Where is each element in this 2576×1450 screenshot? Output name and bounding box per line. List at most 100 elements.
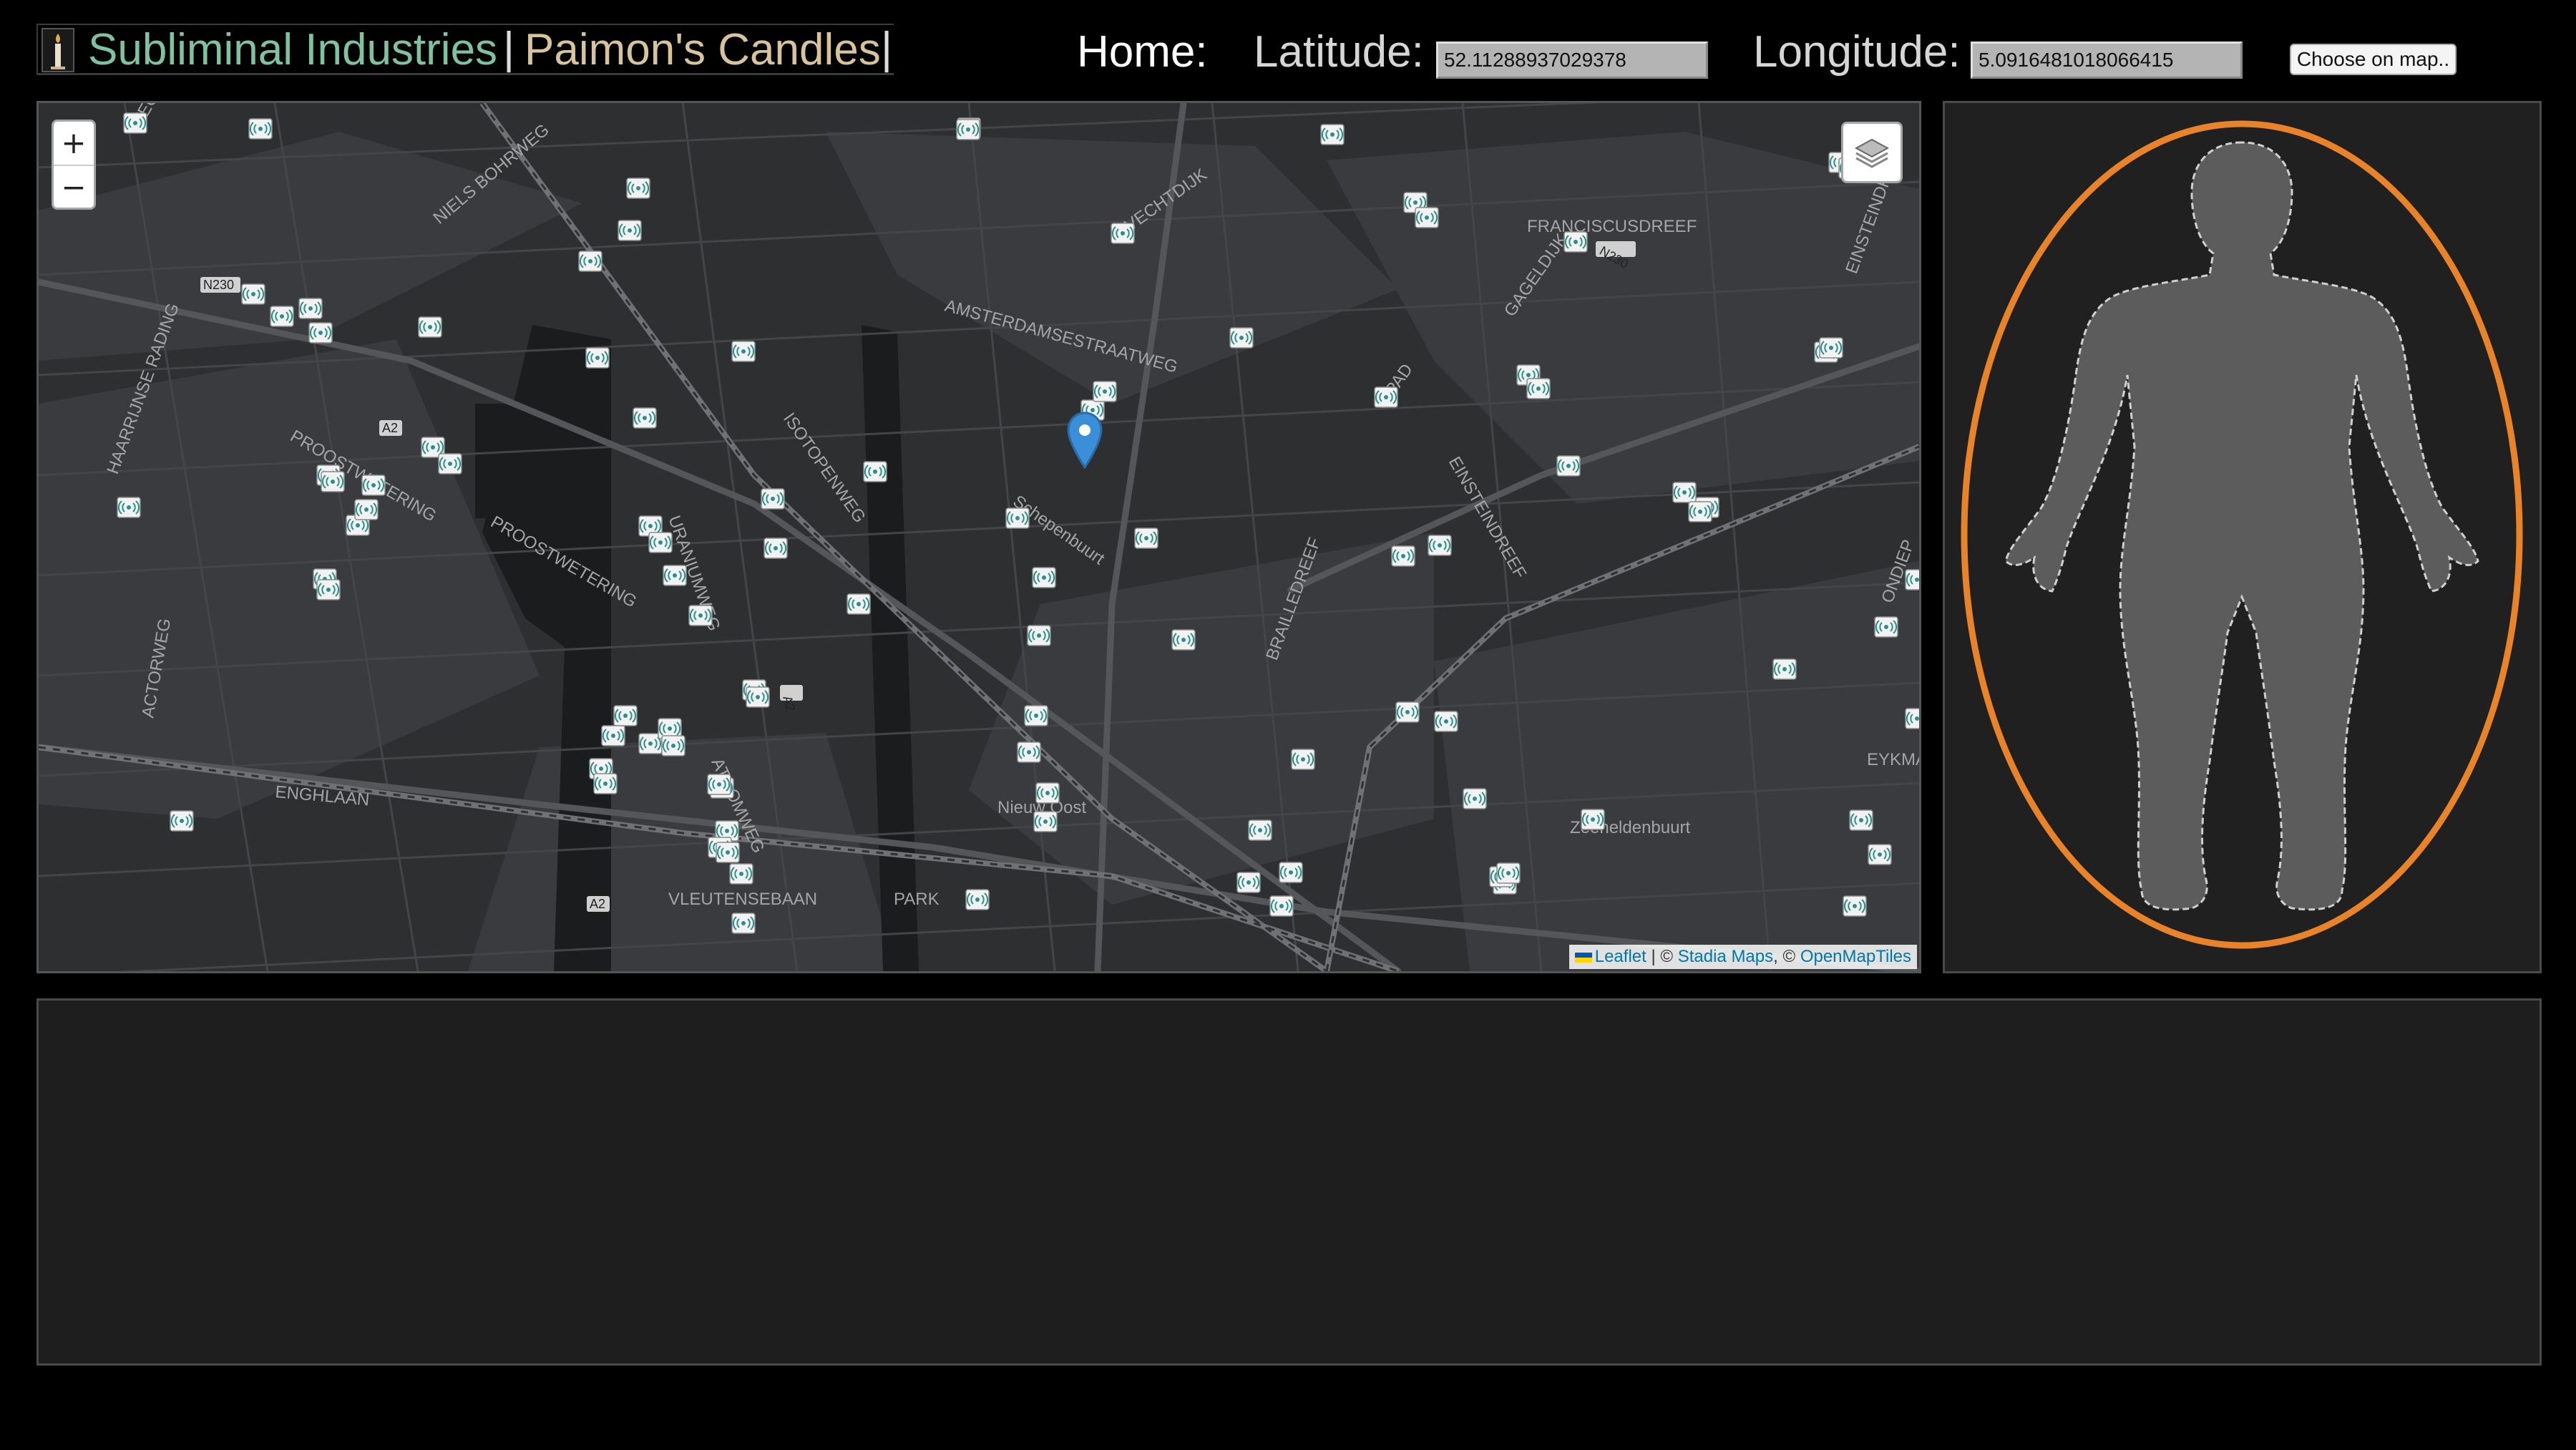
radio-tower-icon[interactable]: [688, 605, 713, 626]
radio-tower-icon[interactable]: [956, 119, 980, 140]
radio-tower-icon[interactable]: [731, 913, 756, 934]
radio-tower-icon[interactable]: [746, 686, 770, 708]
stadia-maps-link[interactable]: Stadia Maps: [1678, 947, 1773, 966]
brand-separator: |: [881, 24, 893, 73]
radio-tower-icon[interactable]: [1688, 501, 1712, 522]
radio-tower-icon[interactable]: [1395, 701, 1420, 723]
radio-tower-icon[interactable]: [1868, 844, 1892, 865]
home-marker[interactable]: [1066, 412, 1103, 472]
radio-tower-icon[interactable]: [1819, 337, 1843, 359]
radio-tower-icon[interactable]: [585, 347, 610, 369]
radio-tower-icon[interactable]: [1093, 381, 1117, 402]
map-street-label: EYKMANLAAN: [1867, 750, 1919, 769]
radio-tower-icon[interactable]: [1434, 711, 1458, 732]
radio-tower-icon[interactable]: [1526, 378, 1551, 399]
radio-tower-icon[interactable]: [707, 774, 731, 795]
radio-tower-icon[interactable]: [1017, 741, 1041, 763]
map-view[interactable]: WEGNIELS BOHRWEGN230PROOSTWETERINGHAARRI…: [36, 101, 1921, 973]
radio-tower-icon[interactable]: [316, 579, 341, 600]
radio-tower-icon[interactable]: [626, 177, 650, 199]
details-panel: [36, 998, 2542, 1366]
radio-tower-icon[interactable]: [1391, 545, 1415, 567]
openmaptiles-link[interactable]: OpenMapTiles: [1800, 947, 1911, 966]
longitude-label: Longitude:: [1753, 27, 1961, 77]
radio-tower-icon[interactable]: [270, 306, 294, 327]
radio-tower-icon[interactable]: [1005, 507, 1030, 529]
radio-tower-icon[interactable]: [1171, 629, 1196, 651]
radio-tower-icon[interactable]: [593, 773, 618, 794]
radio-tower-icon[interactable]: [123, 112, 147, 134]
radio-tower-icon[interactable]: [1428, 535, 1452, 556]
radio-tower-icon[interactable]: [418, 316, 442, 338]
radio-tower-icon[interactable]: [1374, 386, 1398, 408]
radio-tower-icon[interactable]: [1672, 482, 1697, 503]
radio-tower-icon[interactable]: [1905, 569, 1919, 590]
human-body-icon[interactable]: [1945, 103, 2540, 971]
radio-tower-icon[interactable]: [1849, 809, 1873, 831]
radio-tower-icon[interactable]: [633, 407, 657, 429]
map-pin-icon: [1067, 412, 1103, 469]
radio-tower-icon[interactable]: [1229, 327, 1254, 349]
radio-tower-icon[interactable]: [863, 461, 887, 482]
radio-tower-icon[interactable]: [1032, 567, 1056, 588]
radio-tower-icon[interactable]: [1905, 708, 1919, 729]
candle-logo-icon: [42, 28, 74, 72]
ukraine-flag-icon: [1574, 952, 1592, 963]
radio-tower-icon[interactable]: [729, 863, 753, 885]
zoom-out-button[interactable]: −: [54, 165, 94, 208]
radio-tower-icon[interactable]: [661, 735, 686, 756]
radio-tower-icon[interactable]: [1111, 223, 1135, 244]
radio-tower-icon[interactable]: [1843, 895, 1867, 917]
radio-tower-icon[interactable]: [1772, 658, 1797, 680]
radio-tower-icon[interactable]: [354, 499, 379, 520]
layers-control[interactable]: [1841, 122, 1903, 183]
radio-tower-icon[interactable]: [1415, 207, 1439, 228]
radio-tower-icon[interactable]: [761, 488, 785, 510]
radio-tower-icon[interactable]: [1874, 616, 1898, 638]
choose-on-map-button[interactable]: Choose on map..: [2290, 44, 2457, 75]
radio-tower-icon[interactable]: [1563, 231, 1588, 253]
radio-tower-icon[interactable]: [578, 250, 602, 272]
zoom-in-button[interactable]: +: [54, 122, 94, 165]
radio-tower-icon[interactable]: [663, 565, 687, 586]
longitude-input[interactable]: [1971, 42, 2243, 79]
radio-tower-icon[interactable]: [1279, 862, 1303, 883]
radio-tower-icon[interactable]: [248, 118, 273, 140]
radio-tower-icon[interactable]: [716, 842, 740, 863]
radio-tower-icon[interactable]: [648, 532, 673, 553]
latitude-input[interactable]: [1436, 42, 1708, 79]
radio-tower-icon[interactable]: [241, 283, 265, 305]
radio-tower-icon[interactable]: [1291, 749, 1315, 770]
radio-tower-icon[interactable]: [1496, 862, 1521, 884]
radio-tower-icon[interactable]: [321, 471, 345, 492]
radio-tower-icon[interactable]: [1236, 872, 1261, 893]
radio-tower-icon[interactable]: [965, 889, 990, 910]
radio-tower-icon[interactable]: [1581, 809, 1605, 830]
radio-tower-icon[interactable]: [361, 475, 386, 496]
radio-tower-icon[interactable]: [1556, 455, 1581, 477]
radio-tower-icon[interactable]: [618, 220, 642, 241]
radio-tower-icon[interactable]: [1134, 527, 1158, 549]
radio-tower-icon[interactable]: [601, 725, 625, 746]
map-tiles[interactable]: WEGNIELS BOHRWEGN230PROOSTWETERINGHAARRI…: [39, 103, 1919, 971]
radio-tower-icon[interactable]: [1248, 819, 1272, 841]
radio-tower-icon[interactable]: [847, 593, 871, 615]
radio-tower-icon[interactable]: [1269, 895, 1294, 917]
radio-tower-icon[interactable]: [298, 298, 323, 319]
radio-tower-icon[interactable]: [1463, 788, 1487, 809]
radio-tower-icon[interactable]: [117, 497, 141, 518]
radio-tower-icon[interactable]: [1033, 811, 1058, 832]
radio-tower-icon[interactable]: [731, 341, 756, 362]
radio-tower-icon[interactable]: [1035, 782, 1060, 804]
radio-tower-icon[interactable]: [438, 453, 462, 475]
map-street-label: FRANCISCUSDREEF: [1527, 217, 1697, 236]
radio-tower-icon[interactable]: [1320, 124, 1345, 145]
radio-tower-icon[interactable]: [1024, 705, 1048, 726]
radio-tower-icon[interactable]: [763, 537, 788, 559]
radio-tower-icon[interactable]: [613, 705, 638, 726]
radio-tower-icon[interactable]: [1027, 625, 1051, 646]
product-name: Paimon's Candles: [525, 25, 881, 74]
radio-tower-icon[interactable]: [308, 322, 333, 344]
leaflet-link[interactable]: Leaflet: [1595, 947, 1646, 966]
radio-tower-icon[interactable]: [170, 810, 194, 832]
